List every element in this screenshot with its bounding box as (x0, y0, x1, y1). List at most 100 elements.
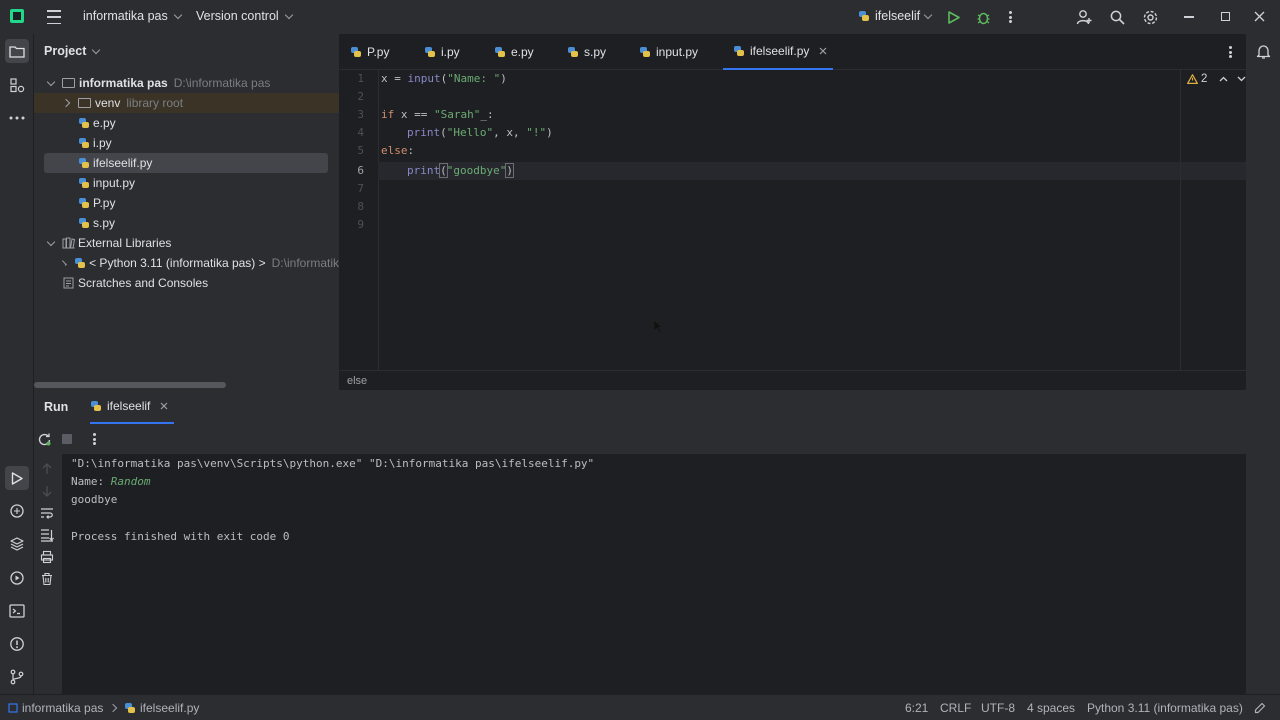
rerun-icon[interactable] (38, 433, 51, 446)
debug-icon[interactable] (975, 9, 991, 25)
code-token: ) (500, 72, 507, 85)
arrow-down-icon[interactable] (40, 484, 54, 498)
status-interpreter[interactable]: Python 3.11 (informatika pas) (1087, 695, 1243, 720)
tree-item-scratches[interactable]: Scratches and Consoles (63, 273, 208, 293)
editor-tab-active[interactable]: ifelseelif.py (723, 34, 833, 70)
notifications-button[interactable] (1254, 43, 1272, 61)
root-folder-name: informatika pas (79, 76, 168, 90)
status-breadcrumb-file[interactable]: ifelseelif.py (124, 695, 199, 720)
code-editor[interactable]: 1 2 3 4 5 6 7 8 9 x = input("Name: ") if… (340, 70, 1246, 370)
tree-item-file[interactable]: i.py (78, 133, 112, 153)
tab-label: s.py (584, 45, 607, 59)
editor-tab[interactable]: s.py (567, 34, 606, 70)
close-tab-icon[interactable] (160, 402, 168, 410)
python-icon (74, 257, 86, 269)
tree-item-file[interactable]: input.py (78, 173, 135, 193)
minimize-icon[interactable] (1184, 16, 1194, 18)
scratches-label: Scratches and Consoles (78, 276, 209, 290)
folder-icon (9, 45, 25, 58)
run-toolbar (34, 428, 1246, 452)
status-encoding[interactable]: UTF-8 (981, 695, 1015, 720)
code-token: ( (440, 126, 447, 139)
git-button[interactable] (5, 665, 29, 689)
gear-icon[interactable] (1141, 8, 1159, 26)
run-icon[interactable] (947, 10, 961, 24)
restore-icon[interactable] (1221, 12, 1230, 21)
project-horizontal-scrollbar[interactable] (34, 382, 226, 388)
scroll-to-end-icon[interactable] (40, 528, 54, 542)
run-tab-active[interactable]: ifelseelif (90, 390, 174, 424)
module-icon (8, 703, 18, 713)
python-sdk-name: < Python 3.11 (informatika pas) > (89, 256, 266, 270)
editor-tab[interactable]: P.py (350, 34, 389, 70)
python-packages-button[interactable] (5, 532, 29, 556)
tree-item-file-selected[interactable]: ifelseelif.py (44, 153, 328, 173)
play-icon (11, 471, 23, 485)
tree-item-external-libraries[interactable]: External Libraries (34, 233, 171, 253)
status-breadcrumb-project[interactable]: informatika pas (8, 695, 103, 720)
tree-root[interactable]: informatika pas D:\informatika pas (34, 73, 339, 93)
venv-hint: library root (126, 96, 184, 110)
more-vertical-icon[interactable] (91, 432, 97, 446)
editor-tab[interactable]: e.py (494, 34, 534, 70)
stop-icon[interactable] (62, 434, 72, 444)
trash-icon[interactable] (40, 572, 54, 586)
tree-item-venv[interactable]: venv library root (34, 93, 339, 113)
print-icon[interactable] (40, 550, 54, 564)
main-menu-icon[interactable] (46, 10, 62, 24)
close-tab-icon[interactable] (819, 47, 827, 55)
soft-wrap-icon[interactable] (40, 506, 54, 520)
file-name: ifelseelif.py (93, 156, 153, 170)
chevron-right-icon (61, 98, 71, 108)
inspection-widget[interactable]: 2 (1187, 73, 1246, 85)
warning-icon (1187, 74, 1198, 84)
code-line: else: (381, 144, 414, 157)
status-indent[interactable]: 4 spaces (1027, 695, 1075, 720)
editor-tab[interactable]: i.py (424, 34, 460, 70)
python-file-icon (567, 46, 579, 58)
status-cursor-position[interactable]: 6:21 (905, 695, 928, 720)
vcs-selector[interactable]: Version control (196, 9, 293, 23)
more-tools-button[interactable] (5, 106, 29, 130)
run-console-output[interactable]: "D:\informatika pas\venv\Scripts\python.… (62, 454, 1246, 694)
python-icon (858, 10, 870, 22)
chevron-down-icon (923, 10, 933, 19)
add-user-icon[interactable] (1075, 8, 1093, 26)
tab-options-icon[interactable] (1226, 44, 1234, 60)
close-window-icon[interactable] (1253, 10, 1265, 22)
services-button[interactable] (5, 566, 29, 590)
more-vertical-icon[interactable] (1004, 9, 1016, 25)
external-libraries-label: External Libraries (78, 236, 172, 250)
problems-icon (10, 637, 24, 651)
arrow-up-icon[interactable] (40, 462, 54, 476)
line-number: 1 (357, 72, 364, 85)
project-selector[interactable]: informatika pas (83, 9, 183, 23)
status-readonly-toggle[interactable] (1254, 695, 1266, 720)
tree-item-python-sdk[interactable]: < Python 3.11 (informatika pas) > D:\inf… (34, 253, 339, 273)
folder-icon (78, 98, 91, 108)
problems-button[interactable] (5, 632, 29, 656)
root-folder-path: D:\informatika pas (173, 76, 271, 90)
run-tool-button[interactable] (5, 466, 29, 490)
code-token-string: "Sarah" (434, 108, 481, 121)
code-line: if x == "Sarah"_: (381, 108, 494, 121)
editor-breadcrumb[interactable]: else (340, 370, 1246, 390)
tree-item-file[interactable]: P.py (78, 193, 115, 213)
run-config-selector[interactable]: ifelseelif (858, 9, 933, 23)
search-icon[interactable] (1109, 9, 1125, 25)
structure-tool-button[interactable] (5, 73, 29, 97)
breadcrumb-item[interactable]: else (347, 375, 367, 387)
tree-item-file[interactable]: e.py (78, 113, 116, 133)
app-logo-icon[interactable] (10, 9, 24, 23)
terminal-button[interactable] (5, 599, 29, 623)
python-console-button[interactable] (5, 499, 29, 523)
project-tool-button[interactable] (5, 39, 29, 63)
project-panel-header[interactable]: Project (44, 44, 101, 58)
code-token: ) (546, 126, 553, 139)
status-line-separator[interactable]: CRLF (940, 695, 971, 720)
editor-tab[interactable]: input.py (639, 34, 698, 70)
code-token-string: "Name: " (447, 72, 501, 85)
chevron-up-icon[interactable] (1219, 76, 1228, 82)
tree-item-file[interactable]: s.py (78, 213, 115, 233)
chevron-right-icon (108, 703, 118, 713)
